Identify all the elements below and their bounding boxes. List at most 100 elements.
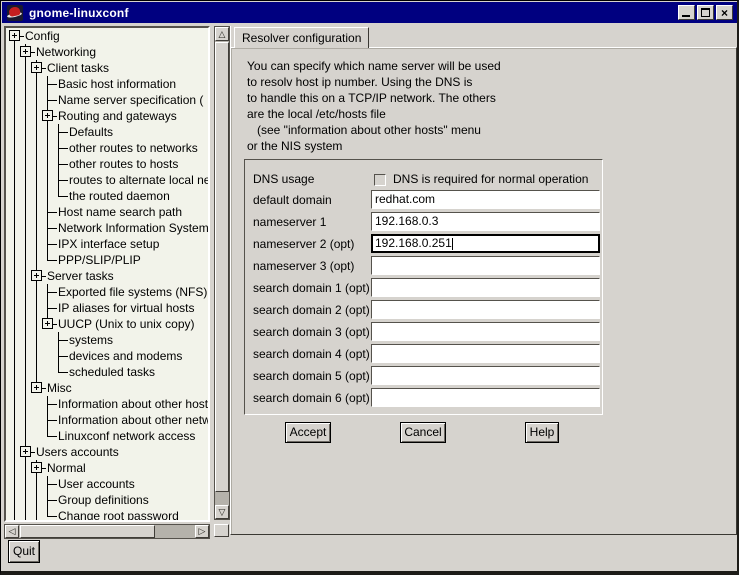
tree-item-label[interactable]: Normal [47,461,86,475]
tree-item-label[interactable]: other routes to hosts [69,157,178,171]
tree-item-label[interactable]: Group definitions [58,493,149,507]
tree-item-other-routes-to-hosts[interactable]: other routes to hosts [6,156,210,172]
tree-item-the-routed-daemon[interactable]: the routed daemon [6,188,210,204]
tree-expander-icon[interactable] [20,46,31,57]
nameserver-2-opt-input[interactable]: 192.168.0.251 [371,234,600,253]
tree-item-label[interactable]: Network Information System [58,221,209,235]
nameserver-1-input[interactable]: 192.168.0.3 [371,212,600,231]
scroll-up-icon[interactable]: △ [215,27,229,41]
tree-item-group-definitions[interactable]: Group definitions [6,492,210,508]
quit-button[interactable]: Quit [8,540,40,563]
tree-item-label[interactable]: systems [69,333,113,347]
tree-vertical-scrollbar[interactable]: △ ▽ [214,26,230,520]
tree-item-label[interactable]: other routes to networks [69,141,198,155]
titlebar[interactable]: gnome-linuxconf × [2,2,737,23]
tree-item-server-tasks[interactable]: Server tasks [6,268,210,284]
tree-item-networking[interactable]: Networking [6,44,210,60]
vertical-scrollbar-thumb[interactable] [215,42,229,492]
tree-item-systems[interactable]: systems [6,332,210,348]
tree-item-label[interactable]: Exported file systems (NFS) [58,285,207,299]
tree-item-label[interactable]: Basic host information [58,77,176,91]
tree-item-label[interactable]: Misc [47,381,72,395]
search-domain-4-opt-input[interactable] [371,344,600,363]
tree-item-routing-and-gateways[interactable]: Routing and gateways [6,108,210,124]
tab-resolver-configuration[interactable]: Resolver configuration [234,27,369,48]
tree-item-label[interactable]: IPX interface setup [58,237,159,251]
accept-button[interactable]: Accept [285,422,331,443]
tree-item-label[interactable]: Users accounts [36,445,119,459]
tree-item-defaults[interactable]: Defaults [6,124,210,140]
tree-item-uucp-unix-to-unix-copy[interactable]: UUCP (Unix to unix copy) [6,316,210,332]
search-domain-6-opt-input[interactable] [371,388,600,407]
horizontal-scrollbar-thumb[interactable] [20,525,155,538]
tree-item-label[interactable]: User accounts [58,477,135,491]
tree-expander-icon[interactable] [31,62,42,73]
tree-item-ppp-slip-plip[interactable]: PPP/SLIP/PLIP [6,252,210,268]
tree-item-ip-aliases-for-virtual-hosts[interactable]: IP aliases for virtual hosts [6,300,210,316]
tree-item-devices-and-modems[interactable]: devices and modems [6,348,210,364]
tree-item-normal[interactable]: Normal [6,460,210,476]
tree-expander-icon[interactable] [31,270,42,281]
tree-expander-icon[interactable] [9,30,20,41]
tree-item-users-accounts[interactable]: Users accounts [6,444,210,460]
tree-item-change-root-password[interactable]: Change root password [6,508,210,522]
tree-item-label[interactable]: Client tasks [47,61,109,75]
tree-item-basic-host-information[interactable]: Basic host information [6,76,210,92]
tree-item-name-server-specification[interactable]: Name server specification ( [6,92,210,108]
tree-item-label[interactable]: scheduled tasks [69,365,155,379]
scroll-left-icon[interactable]: ◁ [5,525,19,538]
tree-item-label[interactable]: devices and modems [69,349,182,363]
tree-item-label[interactable]: Defaults [69,125,113,139]
tree-item-label[interactable]: IP aliases for virtual hosts [58,301,195,315]
tree-item-label[interactable]: Linuxconf network access [58,429,195,443]
tree-item-linuxconf-network-access[interactable]: Linuxconf network access [6,428,210,444]
search-domain-5-opt-input[interactable] [371,366,600,385]
tree-item-label[interactable]: Routing and gateways [58,109,177,123]
help-button[interactable]: Help [525,422,559,443]
tree-item-label[interactable]: Change root password [58,509,179,522]
tree-item-information-about-other-host[interactable]: Information about other host [6,396,210,412]
scroll-down-icon[interactable]: ▽ [215,505,229,519]
tree-expander-icon[interactable] [31,462,42,473]
tree-item-scheduled-tasks[interactable]: scheduled tasks [6,364,210,380]
tree-item-config[interactable]: Config [6,28,210,44]
close-button[interactable]: × [716,5,733,20]
tree-horizontal-scrollbar[interactable]: ◁ ▷ [4,524,210,539]
tree-item-label[interactable]: Config [25,29,60,43]
tree-item-label[interactable]: Networking [36,45,96,59]
tree-item-label[interactable]: Information about other host [58,397,208,411]
scroll-right-icon[interactable]: ▷ [195,525,209,538]
tree-item-label[interactable]: PPP/SLIP/PLIP [58,253,141,267]
tree-item-information-about-other-netw[interactable]: Information about other netw [6,412,210,428]
tree-item-exported-file-systems-nfs[interactable]: Exported file systems (NFS) [6,284,210,300]
tree-item-user-accounts[interactable]: User accounts [6,476,210,492]
tree-item-label[interactable]: Name server specification ( [58,93,203,107]
tree-item-label[interactable]: Information about other netw [58,413,210,427]
tree-item-ipx-interface-setup[interactable]: IPX interface setup [6,236,210,252]
search-domain-1-opt-input[interactable] [371,278,600,297]
default-domain-input[interactable]: redhat.com [371,190,600,209]
tree-item-misc[interactable]: Misc [6,380,210,396]
tree-item-label[interactable]: Server tasks [47,269,114,283]
tree-item-network-information-system[interactable]: Network Information System [6,220,210,236]
nameserver-3-opt-input[interactable] [371,256,600,275]
dns-required-checkbox[interactable] [374,174,386,186]
window-title: gnome-linuxconf [29,6,129,20]
tree-item-label[interactable]: UUCP (Unix to unix copy) [58,317,195,331]
maximize-button[interactable] [697,5,714,20]
search-domain-3-opt-input[interactable] [371,322,600,341]
search-domain-2-opt-input[interactable] [371,300,600,319]
tree-item-host-name-search-path[interactable]: Host name search path [6,204,210,220]
tree-item-other-routes-to-networks[interactable]: other routes to networks [6,140,210,156]
tree-expander-icon[interactable] [20,446,31,457]
tree-expander-icon[interactable] [31,382,42,393]
tree-expander-icon[interactable] [42,110,53,121]
tree-item-label[interactable]: routes to alternate local ne [69,173,210,187]
cancel-button[interactable]: Cancel [400,422,446,443]
tree-expander-icon[interactable] [42,318,53,329]
tree-item-client-tasks[interactable]: Client tasks [6,60,210,76]
tree-item-label[interactable]: Host name search path [58,205,182,219]
tree-item-label[interactable]: the routed daemon [69,189,170,203]
tree-item-routes-to-alternate-local-ne[interactable]: routes to alternate local ne [6,172,210,188]
minimize-button[interactable] [678,5,695,20]
